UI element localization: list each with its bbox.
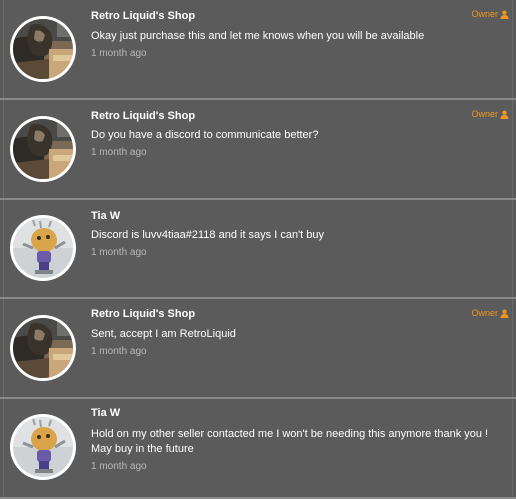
owner-badge: Owner — [471, 9, 509, 19]
owner-badge-label: Owner — [471, 308, 498, 318]
comment-timestamp: 1 month ago — [91, 461, 147, 472]
user-icon — [500, 309, 509, 318]
comment-message: Discord is luvv4tiaa#2118 and it says I … — [91, 229, 325, 241]
comment-timestamp: 1 month ago — [91, 48, 147, 59]
comment-message: Hold on my other seller contacted me I w… — [91, 428, 489, 455]
comment-thread: Retro Liquid's Shop Owner Okay just purc… — [0, 0, 516, 499]
avatar[interactable] — [10, 414, 76, 480]
owner-badge-label: Owner — [471, 9, 498, 19]
comment-item: Retro Liquid's Shop Owner Sent, accept I… — [0, 299, 516, 397]
shop-cat-avatar-icon — [13, 318, 73, 378]
avatar[interactable] — [10, 215, 76, 281]
user-icon — [500, 110, 509, 119]
comment-card — [3, 200, 513, 297]
comment-author[interactable]: Retro Liquid's Shop — [91, 110, 195, 122]
avatar[interactable] — [10, 16, 76, 82]
comment-card — [3, 100, 513, 198]
comment-author[interactable]: Tia W — [91, 407, 120, 419]
avatar[interactable] — [10, 315, 76, 381]
comment-item: Tia W Hold on my other seller contacted … — [0, 399, 516, 497]
comment-card — [3, 0, 513, 99]
user-icon — [500, 10, 509, 19]
comment-item: Tia W Discord is luvv4tiaa#2118 and it s… — [0, 200, 516, 297]
comment-author[interactable]: Tia W — [91, 210, 120, 222]
comment-message: Sent, accept I am RetroLiquid — [91, 328, 236, 340]
owner-badge-label: Owner — [471, 109, 498, 119]
shop-cat-avatar-icon — [13, 19, 73, 79]
comment-item: Retro Liquid's Shop Owner Do you have a … — [0, 100, 516, 198]
shop-cat-avatar-icon — [13, 119, 73, 179]
comment-timestamp: 1 month ago — [91, 346, 147, 357]
comment-message: Okay just purchase this and let me knows… — [91, 30, 425, 42]
comment-author[interactable]: Retro Liquid's Shop — [91, 10, 195, 22]
comment-timestamp: 1 month ago — [91, 147, 147, 158]
comment-message: Do you have a discord to communicate bet… — [91, 129, 319, 141]
comment-timestamp: 1 month ago — [91, 247, 147, 258]
figurine-avatar-icon — [13, 417, 73, 477]
owner-badge: Owner — [471, 109, 509, 119]
comment-author[interactable]: Retro Liquid's Shop — [91, 308, 195, 320]
owner-badge: Owner — [471, 308, 509, 318]
comment-item: Retro Liquid's Shop Owner Okay just purc… — [0, 0, 516, 99]
avatar[interactable] — [10, 116, 76, 182]
figurine-avatar-icon — [13, 218, 73, 278]
comment-card — [3, 299, 513, 397]
